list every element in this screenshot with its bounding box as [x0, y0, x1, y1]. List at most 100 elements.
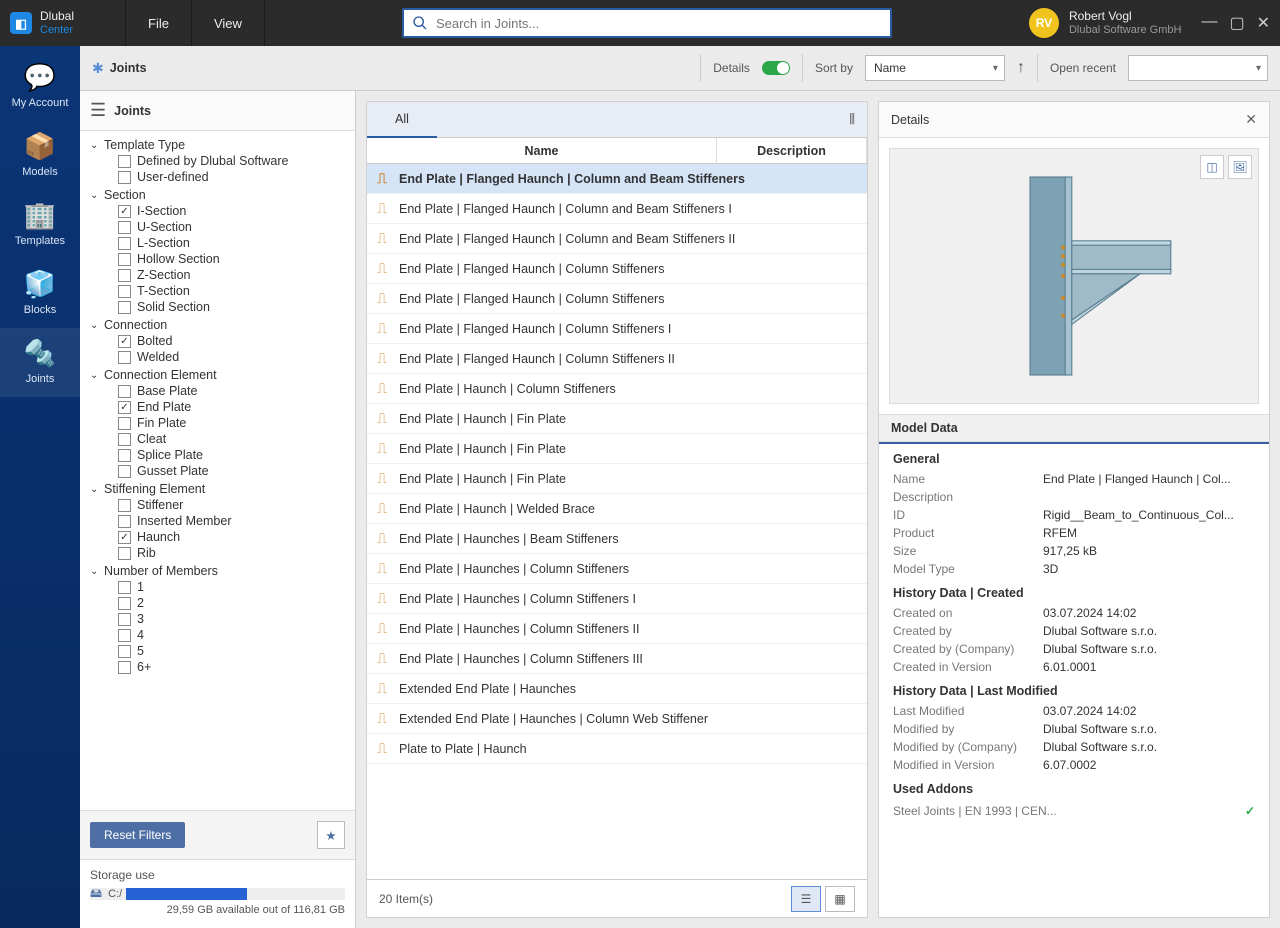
table-row[interactable]: ⎍End Plate | Flanged Haunch | Column Sti…: [367, 284, 867, 314]
filter-group[interactable]: ⌄Number of Members: [90, 563, 351, 579]
filter-group[interactable]: ⌄Stiffening Element: [90, 481, 351, 497]
sidebar-item-blocks[interactable]: 🧊 Blocks: [0, 259, 80, 328]
column-header-name[interactable]: Name: [367, 138, 717, 163]
table-row[interactable]: ⎍End Plate | Flanged Haunch | Column and…: [367, 164, 867, 194]
sidebar-item-models[interactable]: 📦 Models: [0, 121, 80, 190]
user-area[interactable]: RV Robert Vogl Dlubal Software GmbH: [1029, 8, 1192, 38]
joint-icon: ⎍: [373, 380, 391, 397]
filter-checkbox[interactable]: Inserted Member: [118, 513, 351, 529]
table-row[interactable]: ⎍End Plate | Haunch | Fin Plate: [367, 464, 867, 494]
filter-checkbox[interactable]: Cleat: [118, 431, 351, 447]
table-row[interactable]: ⎍End Plate | Haunches | Column Stiffener…: [367, 614, 867, 644]
filter-checkbox[interactable]: Solid Section: [118, 299, 351, 315]
filter-checkbox[interactable]: Bolted: [118, 333, 351, 349]
filter-checkbox[interactable]: 1: [118, 579, 351, 595]
sidebar-item-account[interactable]: 💬 My Account: [0, 52, 80, 121]
filter-checkbox[interactable]: Z-Section: [118, 267, 351, 283]
table-row[interactable]: ⎍End Plate | Haunches | Beam Stiffeners: [367, 524, 867, 554]
sidebar-item-label: Joints: [26, 373, 55, 385]
table-row[interactable]: ⎍End Plate | Haunch | Column Stiffeners: [367, 374, 867, 404]
table-row[interactable]: ⎍End Plate | Haunches | Column Stiffener…: [367, 584, 867, 614]
sort-direction-button[interactable]: ↑: [1017, 59, 1025, 77]
filter-checkbox[interactable]: End Plate: [118, 399, 351, 415]
details-group-title: History Data | Created: [879, 578, 1269, 604]
joint-icon: ⎍: [373, 590, 391, 607]
filter-checkbox[interactable]: 2: [118, 595, 351, 611]
view-grid-button[interactable]: ▦: [825, 886, 855, 912]
tab-all[interactable]: All: [367, 102, 437, 138]
preview-3d-button[interactable]: ◫: [1200, 155, 1224, 179]
table-row[interactable]: ⎍End Plate | Haunch | Fin Plate: [367, 404, 867, 434]
joint-icon: ⎍: [373, 620, 391, 637]
joint-icon: ⎍: [373, 740, 391, 757]
table-row[interactable]: ⎍End Plate | Haunch | Welded Brace: [367, 494, 867, 524]
close-icon[interactable]: ✕: [1257, 13, 1270, 33]
table-row[interactable]: ⎍End Plate | Flanged Haunch | Column and…: [367, 224, 867, 254]
details-kv: ProductRFEM: [879, 524, 1269, 542]
filter-checkbox[interactable]: Splice Plate: [118, 447, 351, 463]
joint-icon: ⎍: [373, 470, 391, 487]
filter-checkbox[interactable]: Fin Plate: [118, 415, 351, 431]
details-kv: Modified in Version6.07.0002: [879, 756, 1269, 774]
columns-icon[interactable]: ⫼: [837, 112, 867, 127]
filter-checkbox[interactable]: 6+: [118, 659, 351, 675]
table-row[interactable]: ⎍End Plate | Flanged Haunch | Column Sti…: [367, 314, 867, 344]
table-row[interactable]: ⎍End Plate | Haunch | Fin Plate: [367, 434, 867, 464]
sidebar-item-joints[interactable]: 🔩 Joints: [0, 328, 80, 397]
preview-image-button[interactable]: 🖼: [1228, 155, 1252, 179]
sortby-dropdown[interactable]: Name: [865, 55, 1005, 81]
minimize-icon[interactable]: —: [1201, 13, 1217, 33]
filter-checkbox[interactable]: Stiffener: [118, 497, 351, 513]
filter-checkbox[interactable]: Rib: [118, 545, 351, 561]
column-header-description[interactable]: Description: [717, 138, 867, 163]
filter-checkbox[interactable]: I-Section: [118, 203, 351, 219]
filter-group[interactable]: ⌄Connection Element: [90, 367, 351, 383]
app-subname: Center: [40, 24, 74, 36]
addon-row: Steel Joints | EN 1993 | CEN...✓: [879, 800, 1269, 822]
search-input[interactable]: [436, 16, 890, 31]
sidebar-item-label: Blocks: [24, 304, 56, 316]
filter-checkbox[interactable]: 3: [118, 611, 351, 627]
filter-checkbox[interactable]: Gusset Plate: [118, 463, 351, 479]
filter-checkbox[interactable]: Welded: [118, 349, 351, 365]
maximize-icon[interactable]: ▢: [1229, 13, 1244, 33]
table-row[interactable]: ⎍End Plate | Flanged Haunch | Column Sti…: [367, 254, 867, 284]
table-row[interactable]: ⎍End Plate | Flanged Haunch | Column Sti…: [367, 344, 867, 374]
table-row[interactable]: ⎍End Plate | Flanged Haunch | Column and…: [367, 194, 867, 224]
filter-checkbox[interactable]: U-Section: [118, 219, 351, 235]
table-row[interactable]: ⎍End Plate | Haunches | Column Stiffener…: [367, 644, 867, 674]
table-row[interactable]: ⎍Extended End Plate | Haunches: [367, 674, 867, 704]
details-close-button[interactable]: ✕: [1245, 111, 1257, 128]
preview-thumbnail: ◫ 🖼: [889, 148, 1259, 404]
view-list-button[interactable]: ☰: [791, 886, 821, 912]
details-toggle[interactable]: [762, 61, 790, 75]
list-body: ⎍End Plate | Flanged Haunch | Column and…: [367, 164, 867, 879]
filter-group[interactable]: ⌄Section: [90, 187, 351, 203]
menu-file[interactable]: File: [126, 0, 192, 46]
filter-group[interactable]: ⌄Connection: [90, 317, 351, 333]
table-row[interactable]: ⎍Plate to Plate | Haunch: [367, 734, 867, 764]
favorite-button[interactable]: ★: [317, 821, 345, 849]
filter-checkbox[interactable]: 5: [118, 643, 351, 659]
sidebar-item-templates[interactable]: 🏢 Templates: [0, 190, 80, 259]
table-row[interactable]: ⎍End Plate | Haunches | Column Stiffener…: [367, 554, 867, 584]
filter-checkbox[interactable]: L-Section: [118, 235, 351, 251]
disk-icon: 🖴: [90, 884, 102, 905]
filter-checkbox[interactable]: Base Plate: [118, 383, 351, 399]
filter-checkbox[interactable]: 4: [118, 627, 351, 643]
filter-checkbox[interactable]: Haunch: [118, 529, 351, 545]
storage-drive: C:/: [108, 888, 122, 900]
filter-checkbox[interactable]: T-Section: [118, 283, 351, 299]
filter-checkbox[interactable]: Defined by Dlubal Software: [118, 153, 351, 169]
sub-header: ✱ Joints Details Sort by Name ↑ Open rec…: [80, 46, 1280, 91]
joint-icon: ⎍: [373, 680, 391, 697]
table-row[interactable]: ⎍Extended End Plate | Haunches | Column …: [367, 704, 867, 734]
reset-filters-button[interactable]: Reset Filters: [90, 822, 185, 848]
menu-view[interactable]: View: [192, 0, 265, 46]
open-recent-dropdown[interactable]: [1128, 55, 1268, 81]
filter-checkbox[interactable]: Hollow Section: [118, 251, 351, 267]
filter-group[interactable]: ⌄Template Type: [90, 137, 351, 153]
filter-checkbox[interactable]: User-defined: [118, 169, 351, 185]
search-box[interactable]: [402, 8, 892, 38]
details-kv: Modified byDlubal Software s.r.o.: [879, 720, 1269, 738]
